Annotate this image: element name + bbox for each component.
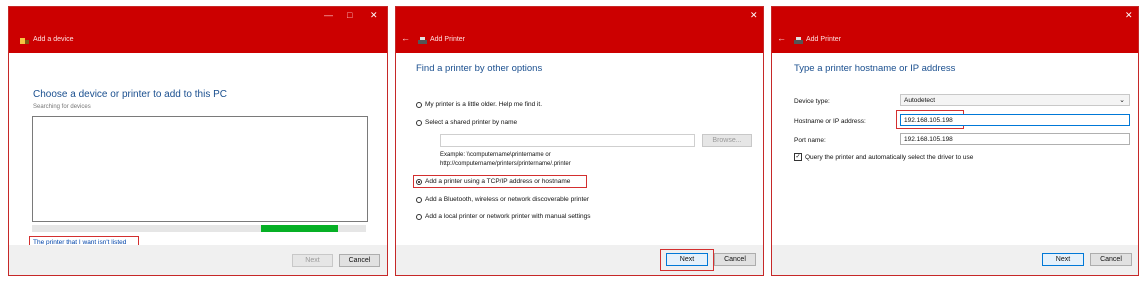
cancel-button[interactable]: Cancel <box>1090 253 1132 266</box>
option-older-printer[interactable]: My printer is a little older. Help me fi… <box>416 101 542 108</box>
checkbox-checked-icon[interactable]: ✓ <box>794 153 802 161</box>
option-label: Add a local printer or network printer w… <box>425 213 591 220</box>
port-name-input[interactable]: 192.168.105.198 <box>900 133 1130 145</box>
progress-track <box>32 225 366 232</box>
hostname-label: Hostname or IP address: <box>794 118 866 125</box>
window-title: Add Printer <box>806 36 842 43</box>
radio-button[interactable] <box>416 196 422 203</box>
page-title: Find a printer by other options <box>416 63 543 74</box>
shared-printer-input[interactable] <box>440 134 695 147</box>
back-arrow-icon[interactable]: ← <box>401 33 410 43</box>
footer: Next Cancel <box>772 245 1138 275</box>
maximize-icon[interactable]: □ <box>347 10 352 20</box>
option-label: My printer is a little older. Help me fi… <box>425 101 543 108</box>
device-type-value: Autodetect <box>904 96 936 104</box>
radio-button[interactable] <box>416 101 422 108</box>
query-printer-checkbox-row[interactable]: ✓ Query the printer and automatically se… <box>794 153 973 161</box>
next-button[interactable]: Next <box>292 254 333 267</box>
window-title: Add Printer <box>430 36 466 43</box>
hostname-value: 192.168.105.198 <box>904 116 953 124</box>
radio-button[interactable] <box>416 213 422 220</box>
option-local-printer[interactable]: Add a local printer or network printer w… <box>416 213 590 220</box>
option-label: Add a Bluetooth, wireless or network dis… <box>425 196 590 203</box>
device-list[interactable] <box>32 116 368 222</box>
browse-button[interactable]: Browse... <box>702 134 752 147</box>
radio-button[interactable] <box>416 119 422 126</box>
window-title: Add a device <box>33 36 74 43</box>
cancel-button[interactable]: Cancel <box>339 254 380 267</box>
cancel-button[interactable]: Cancel <box>714 253 756 266</box>
option-tcpip-printer[interactable]: Add a printer using a TCP/IP address or … <box>416 178 570 185</box>
option-bluetooth-printer[interactable]: Add a Bluetooth, wireless or network dis… <box>416 196 589 203</box>
device-icon <box>20 38 29 44</box>
printer-icon <box>418 37 427 44</box>
footer: Next Cancel <box>396 245 763 275</box>
hostname-input[interactable]: 192.168.105.198 <box>900 114 1130 126</box>
title-bar: — □ ✕ Add a device <box>9 7 387 53</box>
radio-button-selected[interactable] <box>416 178 422 185</box>
add-printer-hostname-window: ✕ ← Add Printer Type a printer hostname … <box>771 6 1139 276</box>
content-area: Type a printer hostname or IP address De… <box>772 53 1138 245</box>
title-bar: ✕ ← Add Printer <box>396 7 763 53</box>
option-shared-printer[interactable]: Select a shared printer by name <box>416 119 517 126</box>
add-printer-options-window: ✕ ← Add Printer Find a printer by other … <box>395 6 764 276</box>
next-button[interactable]: Next <box>666 253 708 266</box>
chevron-down-icon: ⌄ <box>1119 97 1125 104</box>
content-area: Find a printer by other options My print… <box>396 53 763 245</box>
query-printer-label: Query the printer and automatically sele… <box>805 153 974 161</box>
status-text: Searching for devices <box>33 104 91 110</box>
content-area: Choose a device or printer to add to thi… <box>9 53 387 249</box>
device-type-select[interactable]: Autodetect ⌄ <box>900 94 1130 106</box>
add-device-window: — □ ✕ Add a device Choose a device or pr… <box>8 6 388 276</box>
close-icon[interactable]: ✕ <box>1125 10 1133 21</box>
close-icon[interactable]: ✕ <box>370 10 378 21</box>
footer: Next Cancel <box>9 245 387 275</box>
title-bar: ✕ ← Add Printer <box>772 7 1138 53</box>
minimize-icon[interactable]: — <box>324 10 333 20</box>
page-title: Choose a device or printer to add to thi… <box>33 89 227 100</box>
back-arrow-icon[interactable]: ← <box>777 33 786 43</box>
option-label: Select a shared printer by name <box>425 119 518 126</box>
printer-icon <box>794 37 803 44</box>
progress-fill <box>261 225 338 232</box>
device-type-label: Device type: <box>794 98 830 105</box>
close-icon[interactable]: ✕ <box>750 10 758 21</box>
example-text-line2: http://computername/printers/printername… <box>440 161 571 167</box>
example-text-line1: Example: \\computername\printername or <box>440 152 551 158</box>
page-title: Type a printer hostname or IP address <box>794 63 956 74</box>
port-name-value: 192.168.105.198 <box>904 135 953 143</box>
next-button[interactable]: Next <box>1042 253 1084 266</box>
option-label: Add a printer using a TCP/IP address or … <box>425 178 571 185</box>
port-name-label: Port name: <box>794 137 826 144</box>
